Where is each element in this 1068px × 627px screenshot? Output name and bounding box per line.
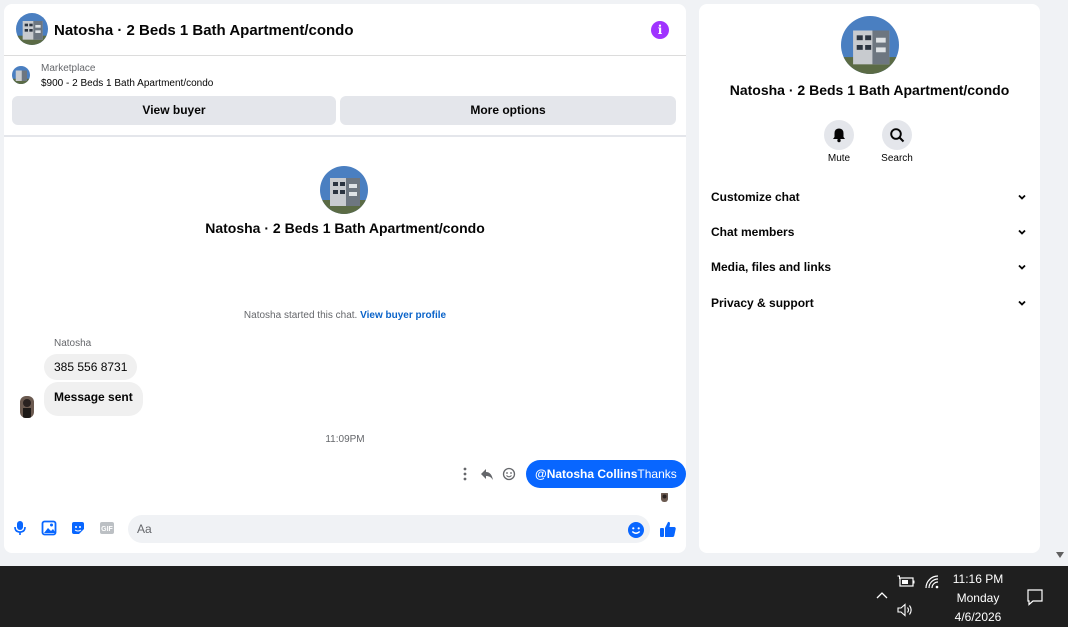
- chat-title: Natosha · 2 Beds 1 Bath Apartment/condo: [54, 22, 354, 39]
- gif-label: GIF: [101, 526, 113, 533]
- sender-avatar[interactable]: [20, 396, 34, 418]
- battery-icon[interactable]: [897, 575, 915, 589]
- sender-name: Natosha: [54, 338, 92, 349]
- marketplace-label: Marketplace: [41, 63, 96, 74]
- message-composer: GIF: [4, 512, 686, 548]
- thumbs-up-icon[interactable]: [659, 520, 676, 537]
- info-avatar[interactable]: [841, 16, 899, 74]
- section-customize-chat[interactable]: Customize chat: [707, 183, 1032, 211]
- chevron-down-icon: [1018, 229, 1026, 235]
- section-label: Customize chat: [711, 190, 800, 204]
- reply-icon[interactable]: [480, 466, 494, 482]
- photo-icon[interactable]: [41, 520, 57, 536]
- section-label: Privacy & support: [711, 296, 814, 310]
- view-buyer-button[interactable]: View buyer: [12, 96, 336, 125]
- outgoing-message[interactable]: @Natosha CollinsThanks: [526, 460, 686, 488]
- info-title: Natosha · 2 Beds 1 Bath Apartment/condo: [729, 82, 1010, 98]
- conversation-info-panel: Natosha · 2 Beds 1 Bath Apartment/condo …: [699, 4, 1040, 553]
- listing-thumbnail[interactable]: [12, 66, 30, 84]
- volume-icon[interactable]: [897, 603, 915, 617]
- message-input[interactable]: [128, 515, 650, 543]
- chevron-down-icon: [1018, 300, 1026, 306]
- incoming-message[interactable]: Message sent: [44, 382, 143, 416]
- taskbar: 11:16 PM Monday 4/6/2026: [0, 566, 1068, 627]
- system-clock[interactable]: 11:16 PM Monday 4/6/2026: [943, 570, 1013, 627]
- section-label: Chat members: [711, 225, 795, 239]
- marketplace-bar: Marketplace $900 - 2 Beds 1 Bath Apartme…: [4, 57, 686, 137]
- notification-center-icon[interactable]: [1026, 588, 1044, 606]
- seen-indicator-avatar: [661, 491, 668, 502]
- chat-panel: Natosha · 2 Beds 1 Bath Apartment/condo …: [4, 4, 686, 553]
- profile-name: Natosha · 2 Beds 1 Bath Apartment/condo: [205, 220, 485, 236]
- show-hidden-icons-chevron-icon[interactable]: [875, 590, 889, 600]
- more-actions-icon[interactable]: [458, 466, 472, 482]
- section-privacy-support[interactable]: Privacy & support: [707, 289, 1032, 317]
- info-icon[interactable]: i: [651, 21, 669, 39]
- message-timestamp: 11:09PM: [325, 434, 365, 445]
- section-label: Media, files and links: [711, 260, 832, 274]
- chat-header: Natosha · 2 Beds 1 Bath Apartment/condo …: [4, 4, 686, 56]
- section-media-files-links[interactable]: Media, files and links: [707, 253, 1032, 281]
- listing-title[interactable]: $900 - 2 Beds 1 Bath Apartment/condo: [41, 78, 213, 89]
- clock-date: 4/6/2026: [954, 610, 1002, 624]
- incoming-message[interactable]: 385 556 8731: [44, 354, 138, 380]
- clock-day: Monday: [956, 591, 1000, 605]
- microphone-icon[interactable]: [12, 520, 28, 536]
- chevron-down-icon: [1018, 194, 1026, 200]
- chevron-down-icon: [1018, 264, 1026, 270]
- emoji-icon[interactable]: [627, 521, 644, 538]
- search-label: Search: [881, 153, 913, 164]
- mute-label: Mute: [827, 153, 851, 164]
- chat-started-text: Natosha started this chat.: [243, 310, 358, 321]
- wifi-icon[interactable]: [924, 574, 940, 590]
- scroll-down-arrow-icon[interactable]: [1056, 551, 1064, 559]
- chat-started-notice: Natosha started this chat. View buyer pr…: [4, 310, 686, 321]
- clock-time: 11:16 PM: [952, 572, 1004, 586]
- gif-icon[interactable]: GIF: [99, 520, 115, 536]
- sticker-icon[interactable]: [70, 520, 86, 536]
- outgoing-message-text: Thanks: [637, 467, 677, 481]
- more-options-button[interactable]: More options: [340, 96, 676, 125]
- mention[interactable]: @Natosha Collins: [535, 467, 637, 481]
- profile-avatar[interactable]: [320, 166, 368, 214]
- search-icon: [890, 128, 905, 143]
- bell-icon: [833, 128, 845, 143]
- view-buyer-profile-link[interactable]: View buyer profile: [360, 310, 446, 321]
- chat-avatar[interactable]: [16, 13, 48, 45]
- section-chat-members[interactable]: Chat members: [707, 218, 1032, 246]
- react-emoji-icon[interactable]: [502, 466, 516, 482]
- search-button[interactable]: [882, 120, 912, 150]
- mute-button[interactable]: [824, 120, 854, 150]
